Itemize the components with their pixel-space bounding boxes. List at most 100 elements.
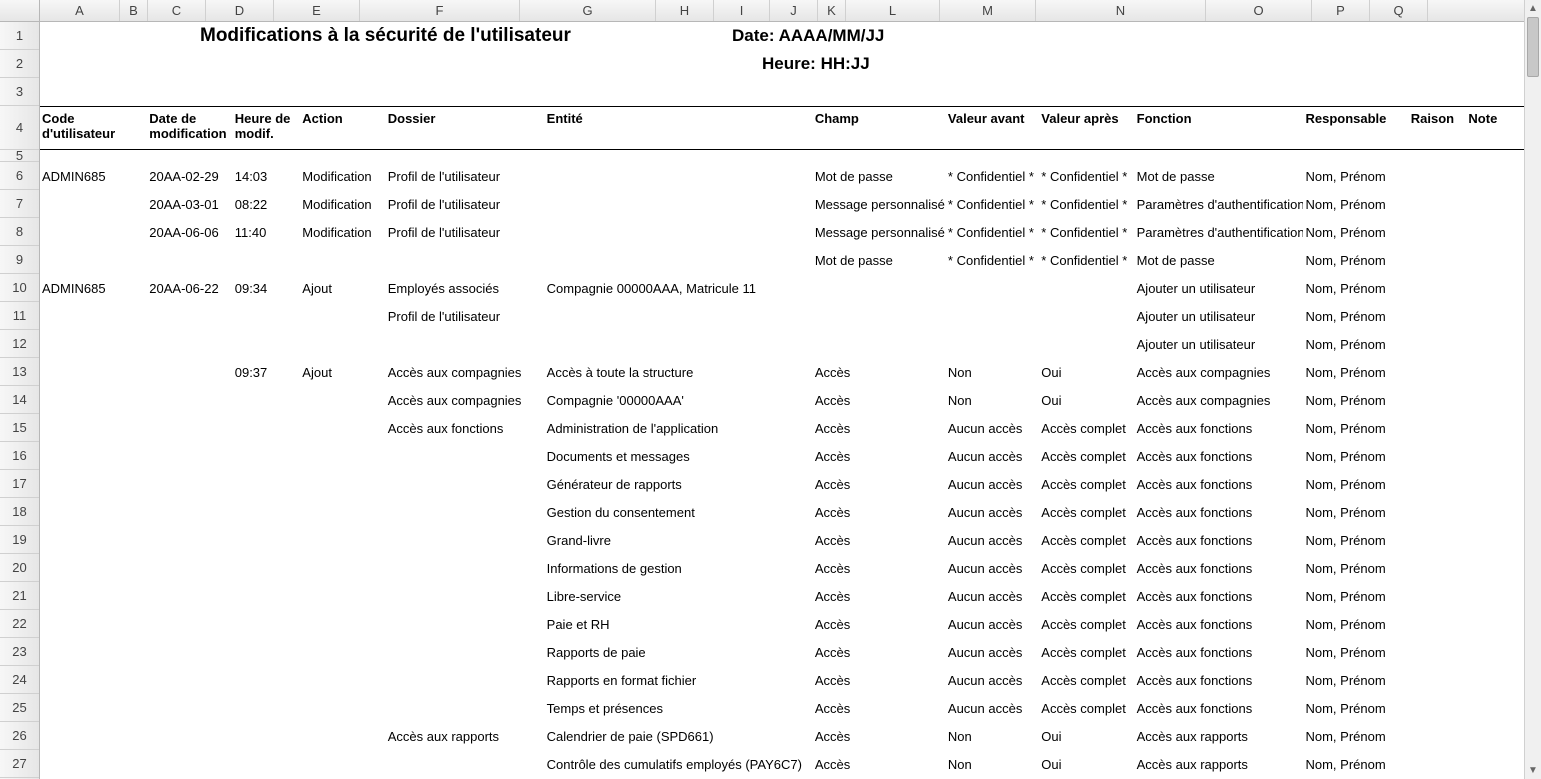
cell-resp[interactable]: Nom, Prénom xyxy=(1303,225,1408,240)
row-header-4[interactable]: 4 xyxy=(0,106,39,150)
cell-avant[interactable]: * Confidentiel * xyxy=(946,253,1039,268)
cell-fonction[interactable]: Ajouter un utilisateur xyxy=(1135,309,1304,324)
cell-dossier[interactable]: Accès aux compagnies xyxy=(386,365,545,380)
cell-resp[interactable]: Nom, Prénom xyxy=(1303,365,1408,380)
col-header-C[interactable]: C xyxy=(148,0,206,21)
cell-champ[interactable]: Accès xyxy=(813,673,946,688)
cell-dossier[interactable]: Profil de l'utilisateur xyxy=(386,225,545,240)
col-header-J[interactable]: J xyxy=(770,0,818,21)
cell-action[interactable]: Modification xyxy=(300,197,385,212)
cell-avant[interactable]: Non xyxy=(946,757,1039,772)
col-header-H[interactable]: H xyxy=(656,0,714,21)
cell-apres[interactable]: Accès complet xyxy=(1039,617,1134,632)
row-header-9[interactable]: 9 xyxy=(0,246,39,274)
cell-champ[interactable]: Mot de passe xyxy=(813,253,946,268)
cell-date[interactable]: 20AA-06-22 xyxy=(147,281,232,296)
cell-apres[interactable]: Accès complet xyxy=(1039,589,1134,604)
cell-avant[interactable]: Aucun accès xyxy=(946,673,1039,688)
cell-avant[interactable]: Aucun accès xyxy=(946,617,1039,632)
cell-fonction[interactable]: Accès aux fonctions xyxy=(1135,505,1304,520)
cell-fonction[interactable]: Paramètres d'authentification xyxy=(1135,225,1304,240)
cell-code[interactable]: ADMIN685 xyxy=(40,169,119,184)
row-header-26[interactable]: 26 xyxy=(0,722,39,750)
cell-avant[interactable]: Aucun accès xyxy=(946,449,1039,464)
cell-code[interactable]: ADMIN685 xyxy=(40,281,119,296)
cell-avant[interactable]: Aucun accès xyxy=(946,589,1039,604)
cell-entite[interactable]: Grand-livre xyxy=(545,533,813,548)
cell-apres[interactable]: Oui xyxy=(1039,729,1134,744)
cell-champ[interactable]: Accès xyxy=(813,589,946,604)
cell-resp[interactable]: Nom, Prénom xyxy=(1303,281,1408,296)
cell-apres[interactable]: Accès complet xyxy=(1039,505,1134,520)
cell-champ[interactable]: Accès xyxy=(813,421,946,436)
cell-dossier[interactable]: Profil de l'utilisateur xyxy=(386,197,545,212)
row-header-3[interactable]: 3 xyxy=(0,78,39,106)
cell-champ[interactable]: Accès xyxy=(813,701,946,716)
cell-apres[interactable]: Oui xyxy=(1039,757,1134,772)
cell-fonction[interactable]: Accès aux fonctions xyxy=(1135,701,1304,716)
cell-dossier[interactable]: Employés associés xyxy=(386,281,545,296)
cell-resp[interactable]: Nom, Prénom xyxy=(1303,673,1408,688)
cell-apres[interactable]: * Confidentiel * xyxy=(1039,197,1134,212)
cell-apres[interactable]: Accès complet xyxy=(1039,701,1134,716)
cell-fonction[interactable]: Accès aux fonctions xyxy=(1135,449,1304,464)
cell-fonction[interactable]: Mot de passe xyxy=(1135,253,1304,268)
row-header-1[interactable]: 1 xyxy=(0,22,39,50)
cell-avant[interactable]: * Confidentiel * xyxy=(946,197,1039,212)
cell-fonction[interactable]: Accès aux rapports xyxy=(1135,729,1304,744)
cell-resp[interactable]: Nom, Prénom xyxy=(1303,701,1408,716)
cell-champ[interactable]: Accès xyxy=(813,617,946,632)
cell-entite[interactable]: Rapports en format fichier xyxy=(545,673,813,688)
cell-entite[interactable]: Compagnie 00000AAA, Matricule 11 xyxy=(545,281,813,296)
cell-apres[interactable]: * Confidentiel * xyxy=(1039,225,1134,240)
col-header-A[interactable]: A xyxy=(40,0,120,21)
cell-entite[interactable]: Paie et RH xyxy=(545,617,813,632)
cell-date[interactable]: 20AA-03-01 xyxy=(147,197,232,212)
cell-champ[interactable]: Accès xyxy=(813,561,946,576)
cell-apres[interactable]: Oui xyxy=(1039,393,1134,408)
cell-resp[interactable]: Nom, Prénom xyxy=(1303,589,1408,604)
cell-apres[interactable]: Accès complet xyxy=(1039,421,1134,436)
cell-heure[interactable]: 09:37 xyxy=(233,365,301,380)
col-header-D[interactable]: D xyxy=(206,0,274,21)
cell-fonction[interactable]: Accès aux compagnies xyxy=(1135,365,1304,380)
cell-entite[interactable]: Informations de gestion xyxy=(545,561,813,576)
cell-avant[interactable]: Non xyxy=(946,365,1039,380)
cell-action[interactable]: Ajout xyxy=(300,365,385,380)
row-header-7[interactable]: 7 xyxy=(0,190,39,218)
col-header-E[interactable]: E xyxy=(274,0,360,21)
cell-avant[interactable]: Non xyxy=(946,393,1039,408)
col-header-F[interactable]: F xyxy=(360,0,520,21)
cell-apres[interactable]: Accès complet xyxy=(1039,477,1134,492)
col-header-I[interactable]: I xyxy=(714,0,770,21)
cell-heure[interactable]: 11:40 xyxy=(233,225,301,240)
cell-dossier[interactable]: Accès aux compagnies xyxy=(386,393,545,408)
cell-avant[interactable]: Aucun accès xyxy=(946,477,1039,492)
row-header-19[interactable]: 19 xyxy=(0,526,39,554)
cell-entite[interactable]: Contrôle des cumulatifs employés (PAY6C7… xyxy=(545,757,813,772)
cell-champ[interactable]: Accès xyxy=(813,533,946,548)
scroll-up-icon[interactable]: ▲ xyxy=(1525,0,1541,17)
row-header-11[interactable]: 11 xyxy=(0,302,39,330)
cell-champ[interactable]: Accès xyxy=(813,505,946,520)
row-header-12[interactable]: 12 xyxy=(0,330,39,358)
row-header-18[interactable]: 18 xyxy=(0,498,39,526)
cell-apres[interactable]: Accès complet xyxy=(1039,449,1134,464)
row-header-2[interactable]: 2 xyxy=(0,50,39,78)
cell-fonction[interactable]: Accès aux rapports xyxy=(1135,757,1304,772)
cell-entite[interactable]: Rapports de paie xyxy=(545,645,813,660)
cell-champ[interactable]: Accès xyxy=(813,477,946,492)
vertical-scrollbar[interactable]: ▲ ▼ xyxy=(1524,0,1541,779)
cell-fonction[interactable]: Accès aux fonctions xyxy=(1135,645,1304,660)
scroll-down-icon[interactable]: ▼ xyxy=(1525,762,1541,779)
cell-heure[interactable]: 09:34 xyxy=(233,281,301,296)
cell-action[interactable]: Modification xyxy=(300,225,385,240)
cell-champ[interactable]: Accès xyxy=(813,757,946,772)
cell-entite[interactable]: Accès à toute la structure xyxy=(545,365,813,380)
cell-entite[interactable]: Libre-service xyxy=(545,589,813,604)
cell-resp[interactable]: Nom, Prénom xyxy=(1303,421,1408,436)
cell-fonction[interactable]: Mot de passe xyxy=(1135,169,1304,184)
cell-fonction[interactable]: Accès aux fonctions xyxy=(1135,589,1304,604)
cell-avant[interactable]: * Confidentiel * xyxy=(946,225,1039,240)
cell-champ[interactable]: Accès xyxy=(813,365,946,380)
